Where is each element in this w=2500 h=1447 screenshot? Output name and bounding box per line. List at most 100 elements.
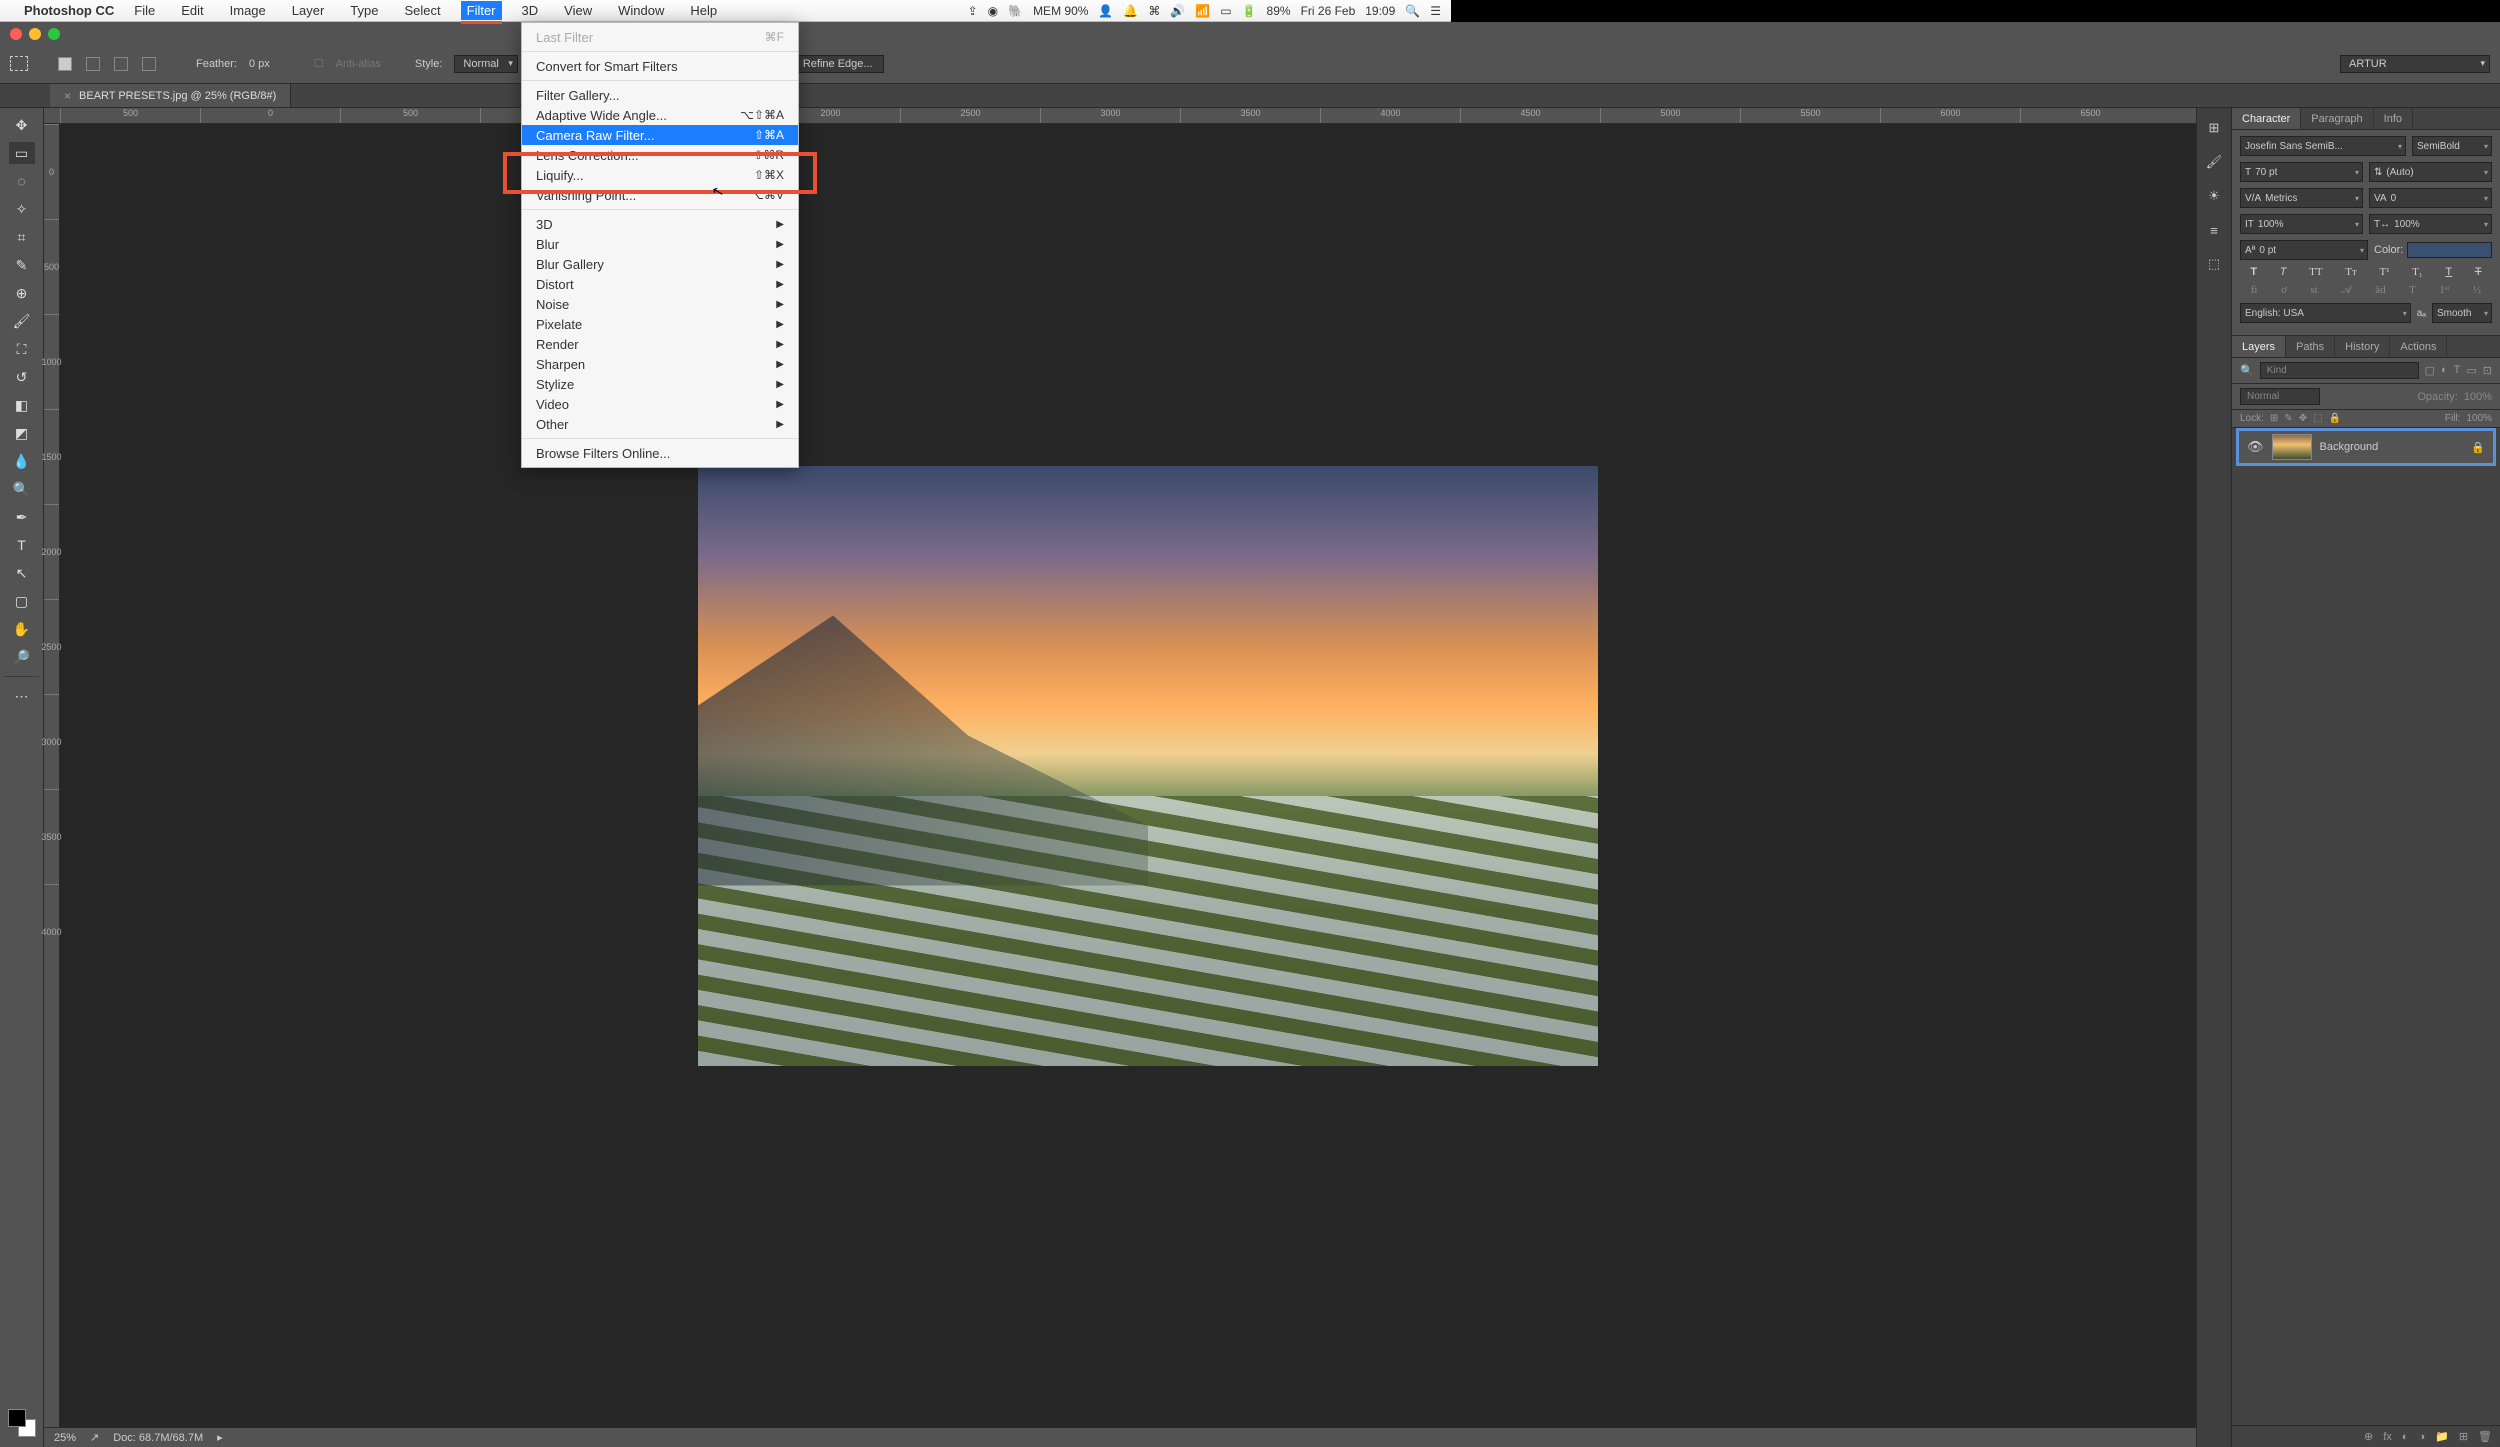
new-layer-icon[interactable]: ⊞ [2459, 1430, 2468, 1443]
mask-icon[interactable]: ◐ [2402, 1431, 2409, 1443]
filter-smart-icon[interactable]: ⊡ [2483, 364, 2492, 377]
tab-actions[interactable]: Actions [2390, 336, 2447, 357]
user-icon[interactable]: 👤 [1098, 4, 1113, 18]
lock-position-icon[interactable]: ✥ [2299, 413, 2307, 424]
libraries-icon[interactable]: ⊞ [2204, 118, 2224, 138]
3d-icon[interactable]: ⬚ [2204, 254, 2224, 274]
menu-sub-sharpen[interactable]: Sharpen▶ [522, 354, 798, 374]
gradient-tool[interactable]: ◩ [9, 422, 35, 444]
workspace-dropdown[interactable]: ARTUR [2340, 55, 2490, 73]
close-button[interactable] [10, 28, 22, 40]
evernote-icon[interactable]: 🐘 [1008, 4, 1023, 18]
menu-sub-blur-gallery[interactable]: Blur Gallery▶ [522, 254, 798, 274]
group-icon[interactable]: 📁 [2435, 1430, 2449, 1443]
menu-file[interactable]: File [128, 1, 161, 20]
filter-image-icon[interactable]: ▢ [2425, 364, 2435, 377]
foreground-color[interactable] [8, 1409, 26, 1427]
italic-icon[interactable]: T [2280, 266, 2287, 278]
dropbox-icon[interactable]: ⇪ [968, 4, 978, 18]
antialiasing-field[interactable]: Smooth [2432, 303, 2492, 323]
ordinals-icon[interactable]: 1ˢᵗ [2439, 284, 2449, 297]
path-selection-tool[interactable]: ↖ [9, 562, 35, 584]
underline-icon[interactable]: T [2445, 266, 2452, 278]
opacity-value[interactable]: 100% [2464, 391, 2492, 403]
subscript-icon[interactable]: T₁ [2412, 266, 2423, 278]
lock-paint-icon[interactable]: ✎ [2284, 413, 2292, 424]
close-tab-icon[interactable]: × [64, 89, 71, 103]
font-weight-field[interactable]: SemiBold [2412, 136, 2492, 156]
wifi-icon[interactable]: 📶 [1195, 4, 1210, 18]
pen-tool[interactable]: ✒ [9, 506, 35, 528]
menu-filter-gallery[interactable]: Filter Gallery... [522, 85, 798, 105]
visibility-icon[interactable]: 👁 [2247, 439, 2264, 455]
hscale-field[interactable]: T↔100% [2369, 214, 2492, 234]
selection-intersect-icon[interactable] [142, 57, 156, 71]
hand-tool[interactable]: ✋ [9, 618, 35, 640]
style-dropdown[interactable]: Normal [454, 55, 517, 73]
menu-camera-raw[interactable]: Camera Raw Filter...⇧⌘A [522, 125, 798, 145]
contextual-icon[interactable]: ơ [2281, 284, 2287, 297]
menu-sub-video[interactable]: Video▶ [522, 394, 798, 414]
zoom-level[interactable]: 25% [54, 1432, 76, 1444]
menu-sub-pixelate[interactable]: Pixelate▶ [522, 314, 798, 334]
color-swatch[interactable] [2407, 242, 2492, 258]
minimize-button[interactable] [29, 28, 41, 40]
menu-lens-correction[interactable]: Lens Correction...⇧⌘R [522, 145, 798, 165]
brushes-icon[interactable]: 🖌 [2204, 152, 2224, 172]
link-layers-icon[interactable]: ⊕ [2364, 1430, 2373, 1443]
color-swatches[interactable] [8, 1409, 36, 1437]
volume-icon[interactable]: 🔊 [1170, 4, 1185, 18]
fractions-icon[interactable]: ½ [2473, 284, 2481, 297]
titling-icon[interactable]: T [2409, 284, 2416, 297]
tab-paragraph[interactable]: Paragraph [2301, 108, 2373, 129]
healing-brush-tool[interactable]: ⊕ [9, 282, 35, 304]
menu-sub-other[interactable]: Other▶ [522, 414, 798, 434]
menu-sub-render[interactable]: Render▶ [522, 334, 798, 354]
menu-window[interactable]: Window [612, 1, 670, 20]
menu-select[interactable]: Select [398, 1, 446, 20]
bold-icon[interactable]: T [2250, 266, 2257, 278]
blend-mode[interactable]: Normal [2240, 388, 2320, 405]
baseline-field[interactable]: Aª0 pt [2240, 240, 2368, 260]
font-size-field[interactable]: T70 pt [2240, 162, 2363, 182]
display-icon[interactable]: ▭ [1220, 4, 1231, 18]
menu-type[interactable]: Type [344, 1, 384, 20]
history-brush-tool[interactable]: ↺ [9, 366, 35, 388]
tracking-field[interactable]: VA0 [2369, 188, 2492, 208]
language-field[interactable]: English: USA [2240, 303, 2411, 323]
bell-icon[interactable]: 🔔 [1123, 4, 1138, 18]
layer-background[interactable]: 👁 Background 🔒 [2236, 428, 2496, 466]
adjustments-icon[interactable]: ☀ [2204, 186, 2224, 206]
selection-add-icon[interactable] [86, 57, 100, 71]
marquee-tool-icon[interactable] [10, 56, 28, 71]
menu-filter[interactable]: Filter [461, 1, 502, 20]
adjustment-icon[interactable]: ◑ [2418, 1431, 2425, 1443]
rectangle-tool[interactable]: ▢ [9, 590, 35, 612]
feather-value[interactable]: 0 px [249, 58, 270, 70]
marquee-tool[interactable]: ▭ [9, 142, 35, 164]
dodge-tool[interactable]: 🔍 [9, 478, 35, 500]
battery-icon[interactable]: 🔋 [1242, 4, 1257, 18]
selection-subtract-icon[interactable] [114, 57, 128, 71]
smallcaps-icon[interactable]: Tᴛ [2345, 266, 2357, 278]
blur-tool[interactable]: 💧 [9, 450, 35, 472]
lock-all-icon[interactable]: 🔒 [2329, 413, 2341, 424]
menu-adaptive-wide[interactable]: Adaptive Wide Angle...⌥⇧⌘A [522, 105, 798, 125]
menu-sub-blur[interactable]: Blur▶ [522, 234, 798, 254]
type-tool[interactable]: T [9, 534, 35, 556]
leading-field[interactable]: ⇅(Auto) [2369, 162, 2492, 182]
styles-icon[interactable]: ≡ [2204, 220, 2224, 240]
spotlight-icon[interactable]: 🔍 [1405, 4, 1420, 18]
canvas-viewport[interactable] [60, 124, 2196, 1427]
filter-type-icon[interactable]: T [2454, 364, 2461, 377]
stylistic-icon[interactable]: ād [2375, 284, 2385, 297]
font-family-field[interactable]: Josefin Sans SemiB... [2240, 136, 2406, 156]
ligature-icon[interactable]: fi [2251, 284, 2258, 297]
menu-convert-smart[interactable]: Convert for Smart Filters [522, 56, 798, 76]
layer-thumbnail[interactable] [2272, 434, 2312, 460]
export-icon[interactable]: ↗ [90, 1431, 99, 1444]
brush-tool[interactable]: 🖌 [9, 310, 35, 332]
zoom-tool[interactable]: 🔎 [9, 646, 35, 668]
lock-pixels-icon[interactable]: ⊞ [2270, 413, 2278, 424]
menu-edit[interactable]: Edit [175, 1, 209, 20]
